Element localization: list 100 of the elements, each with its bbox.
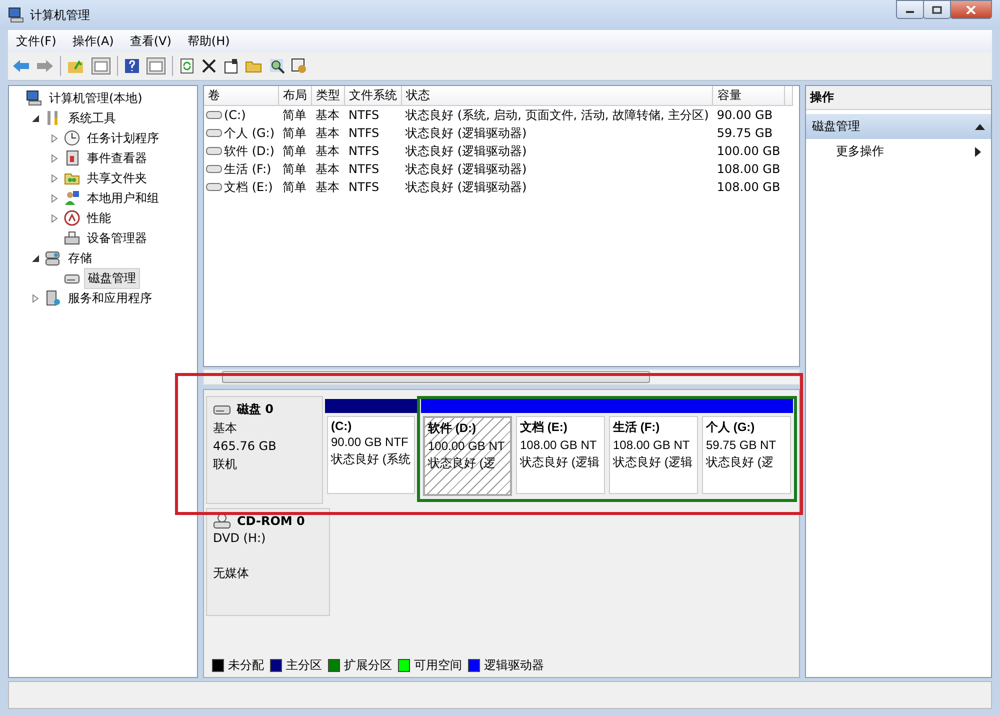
tree-item[interactable]: 服务和应用程序 — [65, 288, 155, 308]
disk-detail: 无媒体 — [213, 565, 249, 582]
window-title: 计算机管理 — [30, 6, 91, 24]
partition-block[interactable]: (C:) 90.00 GB NTF 状态良好 (系统 — [327, 416, 415, 494]
submenu-arrow-icon — [975, 146, 981, 156]
minimize-button[interactable] — [896, 0, 924, 19]
table-cell-text: 简单 — [282, 124, 308, 142]
partition-size: 108.00 GB NT — [613, 438, 690, 452]
drive-icon — [206, 128, 222, 138]
tree-item[interactable]: 存储 — [65, 248, 95, 268]
table-cell: 简单 — [278, 106, 312, 124]
expand-arrow-icon[interactable] — [51, 194, 59, 202]
table-cell-text: 基本 — [314, 124, 341, 142]
column-header[interactable]: 容量 — [712, 86, 784, 106]
column-header[interactable]: 布局 — [278, 86, 312, 106]
expand-arrow-icon[interactable] — [51, 214, 59, 222]
refresh-icon[interactable] — [179, 58, 195, 74]
forward-icon[interactable] — [36, 58, 54, 74]
partition-block[interactable]: 文档 (E:) 108.00 GB NT 状态良好 (逻辑 — [516, 416, 605, 494]
disk-detail: 联机 — [213, 456, 237, 473]
settings-icon[interactable] — [291, 58, 307, 74]
pane-toggle-icon[interactable] — [146, 57, 166, 75]
menu-item[interactable]: 查看(V) — [122, 32, 180, 50]
tree-item[interactable]: 系统工具 — [65, 108, 119, 128]
table-cell-text: 100.00 GB — [716, 143, 782, 160]
table-cell-text: 108.00 GB — [716, 161, 782, 178]
table-cell-text: NTFS — [348, 125, 380, 142]
legend-label: 扩展分区 — [344, 657, 392, 674]
services-icon — [45, 290, 61, 306]
partition-block[interactable]: 生活 (F:) 108.00 GB NT 状态良好 (逻辑 — [609, 416, 698, 494]
volume-name: 生活 (F:) — [224, 160, 272, 178]
folder-up-icon[interactable] — [67, 58, 85, 74]
collapse-arrow-icon[interactable] — [32, 254, 40, 262]
expand-arrow-icon[interactable] — [51, 134, 59, 142]
menu-item[interactable]: 帮助(H) — [179, 32, 238, 50]
table-cell: 90.00 GB — [712, 106, 784, 124]
back-icon[interactable] — [12, 58, 30, 74]
computer-icon — [26, 90, 42, 106]
drive-icon — [206, 110, 222, 120]
tree-item[interactable]: 磁盘管理 — [84, 268, 140, 288]
properties-icon[interactable] — [223, 58, 239, 74]
menu-item[interactable]: 操作(A) — [64, 32, 122, 50]
partition-status: 状态良好 (逻 — [706, 454, 774, 471]
partition-name: 生活 (F:) — [613, 419, 660, 436]
gauge-icon — [64, 210, 80, 226]
tree-item[interactable]: 事件查看器 — [84, 148, 150, 168]
section-title: 磁盘管理 — [812, 118, 860, 135]
volume-name: (C:) — [224, 108, 246, 122]
tree-item[interactable]: 任务计划程序 — [84, 128, 162, 148]
disk-detail: DVD (H:) — [213, 531, 266, 546]
table-cell-text: 基本 — [314, 160, 341, 178]
table-cell-text: NTFS — [348, 143, 380, 160]
column-header[interactable]: 卷 — [204, 86, 279, 106]
magnifier-icon[interactable] — [269, 58, 285, 74]
collapse-icon[interactable] — [975, 124, 985, 130]
table-cell: 基本 — [312, 106, 345, 124]
partition-status: 状态良好 (逻辑 — [613, 454, 692, 471]
drive-icon — [206, 164, 222, 174]
partition-status: 状态良好 (逻辑 — [520, 454, 600, 471]
menu-item[interactable]: 文件(F) — [8, 32, 64, 50]
column-header[interactable]: 文件系统 — [344, 86, 402, 106]
disk-drive-icon — [213, 404, 231, 416]
column-header[interactable]: 类型 — [312, 86, 345, 106]
help-icon[interactable] — [124, 58, 140, 74]
partition-status: 状态良好 (系统 — [331, 451, 410, 468]
tree-item[interactable]: 本地用户和组 — [84, 188, 162, 208]
tree-item[interactable]: 共享文件夹 — [84, 168, 150, 188]
table-cell: NTFS — [344, 106, 402, 124]
partition-name: (C:) — [331, 419, 352, 433]
expand-arrow-icon[interactable] — [51, 154, 59, 162]
maximize-button[interactable] — [923, 0, 951, 19]
tree-item[interactable]: 设备管理器 — [84, 228, 150, 248]
tree-item[interactable]: 性能 — [84, 208, 114, 228]
disk-detail: 基本 — [213, 420, 237, 437]
drive-icon — [206, 182, 222, 192]
table-cell-text: 基本 — [314, 178, 341, 196]
table-cell-text: 基本 — [314, 142, 341, 160]
action-section-header[interactable]: 磁盘管理 — [806, 114, 991, 139]
table-cell-text: 简单 — [282, 160, 308, 178]
table-cell-text: 状态良好 (逻辑驱动器) — [404, 178, 528, 196]
close-button[interactable] — [950, 0, 992, 19]
cd-drive-icon — [213, 513, 231, 529]
disk-detail: 465.76 GB — [213, 439, 276, 454]
column-header[interactable]: 状态 — [402, 86, 713, 106]
partition-block[interactable]: 软件 (D:) 100.00 GB NT 状态良好 (逻 — [423, 416, 512, 496]
partition-name: 软件 (D:) — [428, 420, 476, 437]
table-cell-text: 108.00 GB — [716, 179, 782, 196]
partition-size: 108.00 GB NT — [520, 438, 597, 452]
legend-label: 主分区 — [286, 657, 322, 674]
log-book-icon — [64, 150, 80, 166]
expand-arrow-icon[interactable] — [51, 174, 59, 182]
expand-arrow-icon[interactable] — [32, 294, 40, 302]
legend-label: 可用空间 — [414, 657, 462, 674]
action-item[interactable]: 更多操作 — [806, 139, 991, 164]
tree-item[interactable]: 计算机管理(本地) — [46, 88, 146, 108]
pane-toggle-icon[interactable] — [91, 57, 111, 75]
partition-block[interactable]: 个人 (G:) 59.75 GB NT 状态良好 (逻 — [702, 416, 791, 494]
delete-icon[interactable] — [201, 58, 217, 74]
collapse-arrow-icon[interactable] — [32, 114, 40, 122]
table-cell-text: 简单 — [282, 142, 308, 160]
